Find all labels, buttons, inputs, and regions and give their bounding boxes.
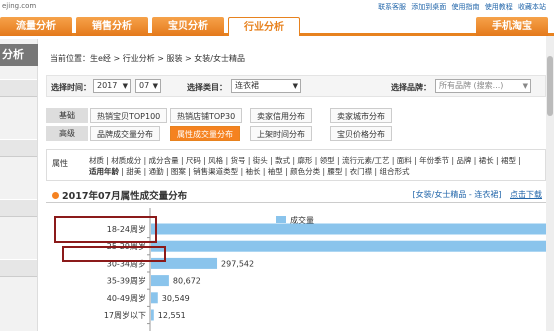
bar[interactable] <box>151 240 554 252</box>
bar[interactable] <box>151 309 154 321</box>
scrollbar[interactable] <box>546 36 554 331</box>
bar[interactable] <box>151 292 158 304</box>
bar-value-label: 30,549 <box>162 294 190 303</box>
bar[interactable] <box>151 223 546 235</box>
highlight-box-25-29 <box>62 246 166 262</box>
scrollbar-thumb[interactable] <box>547 56 553 116</box>
category-label: 35-39周岁 <box>107 276 146 286</box>
bar-value-label: 80,672 <box>173 277 201 286</box>
bar[interactable] <box>151 275 169 287</box>
highlight-box-18-24 <box>54 216 157 243</box>
category-label: 40-49周岁 <box>107 293 146 303</box>
bar-chart: 18-24周岁1,25-29周岁1,847,3630-34周岁297,54235… <box>104 208 554 331</box>
bar-value-label: 12,551 <box>158 311 186 320</box>
bar-value-label: 297,542 <box>221 259 254 268</box>
category-label: 17周岁以下 <box>104 310 146 320</box>
